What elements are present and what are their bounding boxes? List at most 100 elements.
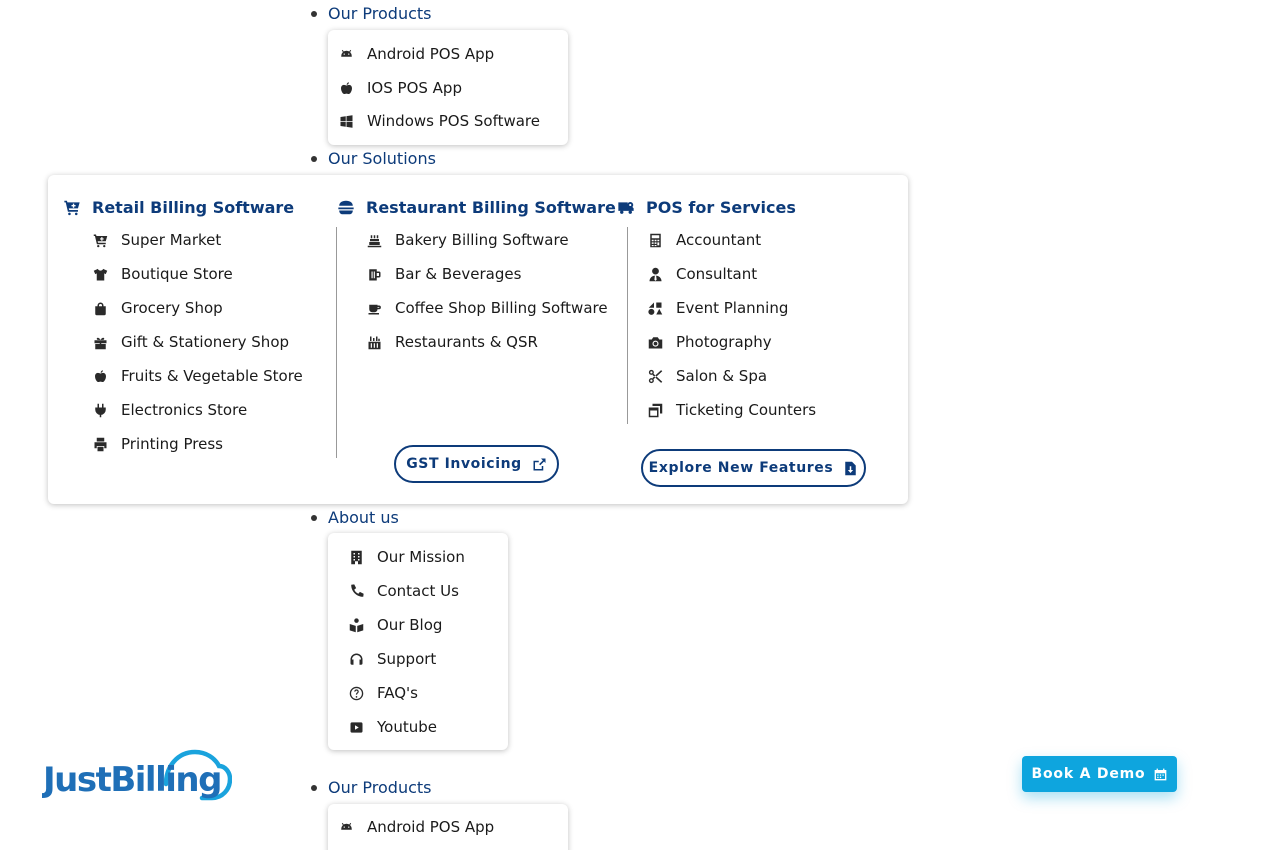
- beer-icon: [366, 266, 382, 282]
- menu-item-ticketing-counters[interactable]: Ticketing Counters: [647, 398, 816, 422]
- column-divider: [336, 227, 337, 458]
- menu-item-super-market[interactable]: Super Market: [92, 228, 221, 252]
- explore-new-features-label: Explore New Features: [648, 460, 834, 476]
- menu-item-fruits-vegetable[interactable]: Fruits & Vegetable Store: [92, 364, 303, 388]
- dropdown-item-youtube[interactable]: Youtube: [328, 715, 508, 739]
- camera-icon: [647, 334, 663, 350]
- column-heading-retail[interactable]: Retail Billing Software: [62, 195, 294, 219]
- calendar-icon: [1154, 768, 1167, 781]
- menu-item-coffee-shop[interactable]: Coffee Shop Billing Software: [366, 296, 608, 320]
- menu-item-event-planning[interactable]: Event Planning: [647, 296, 788, 320]
- gift-icon: [92, 334, 108, 350]
- dropdown-item-label: Android POS App: [367, 818, 495, 836]
- plug-icon: [92, 402, 108, 418]
- menu-item-label: Photography: [676, 333, 772, 351]
- explore-new-features-button[interactable]: Explore New Features: [641, 449, 866, 487]
- gst-invoicing-label: GST Invoicing: [406, 456, 522, 472]
- book-demo-button[interactable]: Book A Demo: [1022, 756, 1177, 792]
- menu-item-grocery-shop[interactable]: Grocery Shop: [92, 296, 223, 320]
- dropdown-item-faqs[interactable]: FAQ's: [328, 681, 508, 705]
- header-products-dropdown: Android POS App: [328, 804, 568, 850]
- menu-item-label: Grocery Shop: [121, 299, 223, 317]
- apple-icon: [338, 80, 354, 96]
- column-heading-label: Restaurant Billing Software: [366, 197, 616, 217]
- file-download-icon: [843, 461, 858, 476]
- burger-icon: [336, 198, 356, 216]
- kitchen-icon: [366, 334, 382, 350]
- nav-bullet: [311, 156, 317, 162]
- menu-item-restaurants-qsr[interactable]: Restaurants & QSR: [366, 330, 538, 354]
- calculator-icon: [647, 232, 663, 248]
- printer-icon: [92, 436, 108, 452]
- cake-icon: [366, 232, 382, 248]
- menu-item-label: Electronics Store: [121, 401, 248, 419]
- truck-gear-icon: [616, 198, 636, 216]
- column-heading-label: POS for Services: [646, 197, 796, 217]
- menu-item-bar-beverages[interactable]: Bar & Beverages: [366, 262, 521, 286]
- menu-item-label: Coffee Shop Billing Software: [395, 299, 608, 317]
- dropdown-item-android-pos[interactable]: Android POS App: [328, 815, 568, 839]
- products-dropdown: Android POS App IOS POS App Windows POS …: [328, 30, 568, 145]
- about-dropdown: Our Mission Contact Us Our Blog Support …: [328, 533, 508, 750]
- nav-bullet: [311, 515, 317, 521]
- nav-our-products[interactable]: Our Products: [328, 4, 431, 24]
- nav-about-us[interactable]: About us: [328, 508, 399, 528]
- youtube-icon: [348, 719, 364, 735]
- dropdown-item-label: FAQ's: [377, 684, 418, 702]
- building-icon: [348, 549, 364, 565]
- dropdown-item-label: Our Blog: [377, 616, 443, 634]
- justbilling-logo[interactable]: JustBilling: [41, 744, 233, 804]
- menu-item-photography[interactable]: Photography: [647, 330, 772, 354]
- column-heading-restaurant[interactable]: Restaurant Billing Software: [336, 195, 616, 219]
- dropdown-item-label: Youtube: [377, 718, 437, 736]
- cart-icon: [92, 232, 108, 248]
- menu-item-accountant[interactable]: Accountant: [647, 228, 761, 252]
- question-circle-icon: [348, 685, 364, 701]
- dropdown-item-android-pos[interactable]: Android POS App: [328, 42, 568, 66]
- menu-item-label: Bakery Billing Software: [395, 231, 569, 249]
- menu-item-salon-spa[interactable]: Salon & Spa: [647, 364, 767, 388]
- header-nav-our-products[interactable]: Our Products: [328, 778, 431, 798]
- menu-item-label: Super Market: [121, 231, 222, 249]
- android-icon: [338, 46, 354, 62]
- dropdown-item-ios-pos[interactable]: IOS POS App: [328, 76, 568, 100]
- menu-item-label: Ticketing Counters: [676, 401, 817, 419]
- dropdown-item-label: Windows POS Software: [367, 112, 540, 130]
- dropdown-item-windows-pos[interactable]: Windows POS Software: [328, 109, 568, 133]
- logo-graphic: JustBilling: [41, 749, 233, 801]
- scissors-icon: [647, 368, 663, 384]
- user-tie-icon: [647, 266, 663, 282]
- solutions-mega-menu: Retail Billing Software Super Market Bou…: [48, 175, 908, 504]
- menu-item-bakery[interactable]: Bakery Billing Software: [366, 228, 569, 252]
- book-reader-icon: [348, 617, 364, 633]
- menu-item-boutique-store[interactable]: Boutique Store: [92, 262, 233, 286]
- nav-our-solutions[interactable]: Our Solutions: [328, 149, 436, 169]
- menu-item-label: Bar & Beverages: [395, 265, 522, 283]
- android-icon: [338, 819, 354, 835]
- column-divider: [627, 227, 628, 424]
- column-heading-services[interactable]: POS for Services: [616, 195, 796, 219]
- logo-text: JustBilling: [42, 760, 221, 800]
- tshirt-icon: [92, 266, 108, 282]
- phone-icon: [348, 583, 364, 599]
- dropdown-item-label: IOS POS App: [367, 79, 462, 97]
- windows-icon: [338, 113, 354, 129]
- dropdown-item-support[interactable]: Support: [328, 647, 508, 671]
- book-demo-label: Book A Demo: [1031, 766, 1146, 782]
- dropdown-item-label: Android POS App: [367, 45, 495, 63]
- dropdown-item-our-mission[interactable]: Our Mission: [328, 545, 508, 569]
- menu-item-label: Gift & Stationery Shop: [121, 333, 290, 351]
- nav-bullet: [311, 11, 317, 17]
- column-heading-label: Retail Billing Software: [92, 197, 295, 217]
- menu-item-electronics-store[interactable]: Electronics Store: [92, 398, 247, 422]
- nav-bullet: [311, 785, 317, 791]
- menu-item-label: Printing Press: [121, 435, 223, 453]
- cart-icon: [62, 198, 82, 216]
- menu-item-consultant[interactable]: Consultant: [647, 262, 757, 286]
- gst-invoicing-button[interactable]: GST Invoicing: [394, 445, 559, 483]
- window-restore-icon: [647, 402, 663, 418]
- dropdown-item-our-blog[interactable]: Our Blog: [328, 613, 508, 637]
- dropdown-item-contact-us[interactable]: Contact Us: [328, 579, 508, 603]
- menu-item-printing-press[interactable]: Printing Press: [92, 432, 223, 456]
- menu-item-gift-stationery[interactable]: Gift & Stationery Shop: [92, 330, 289, 354]
